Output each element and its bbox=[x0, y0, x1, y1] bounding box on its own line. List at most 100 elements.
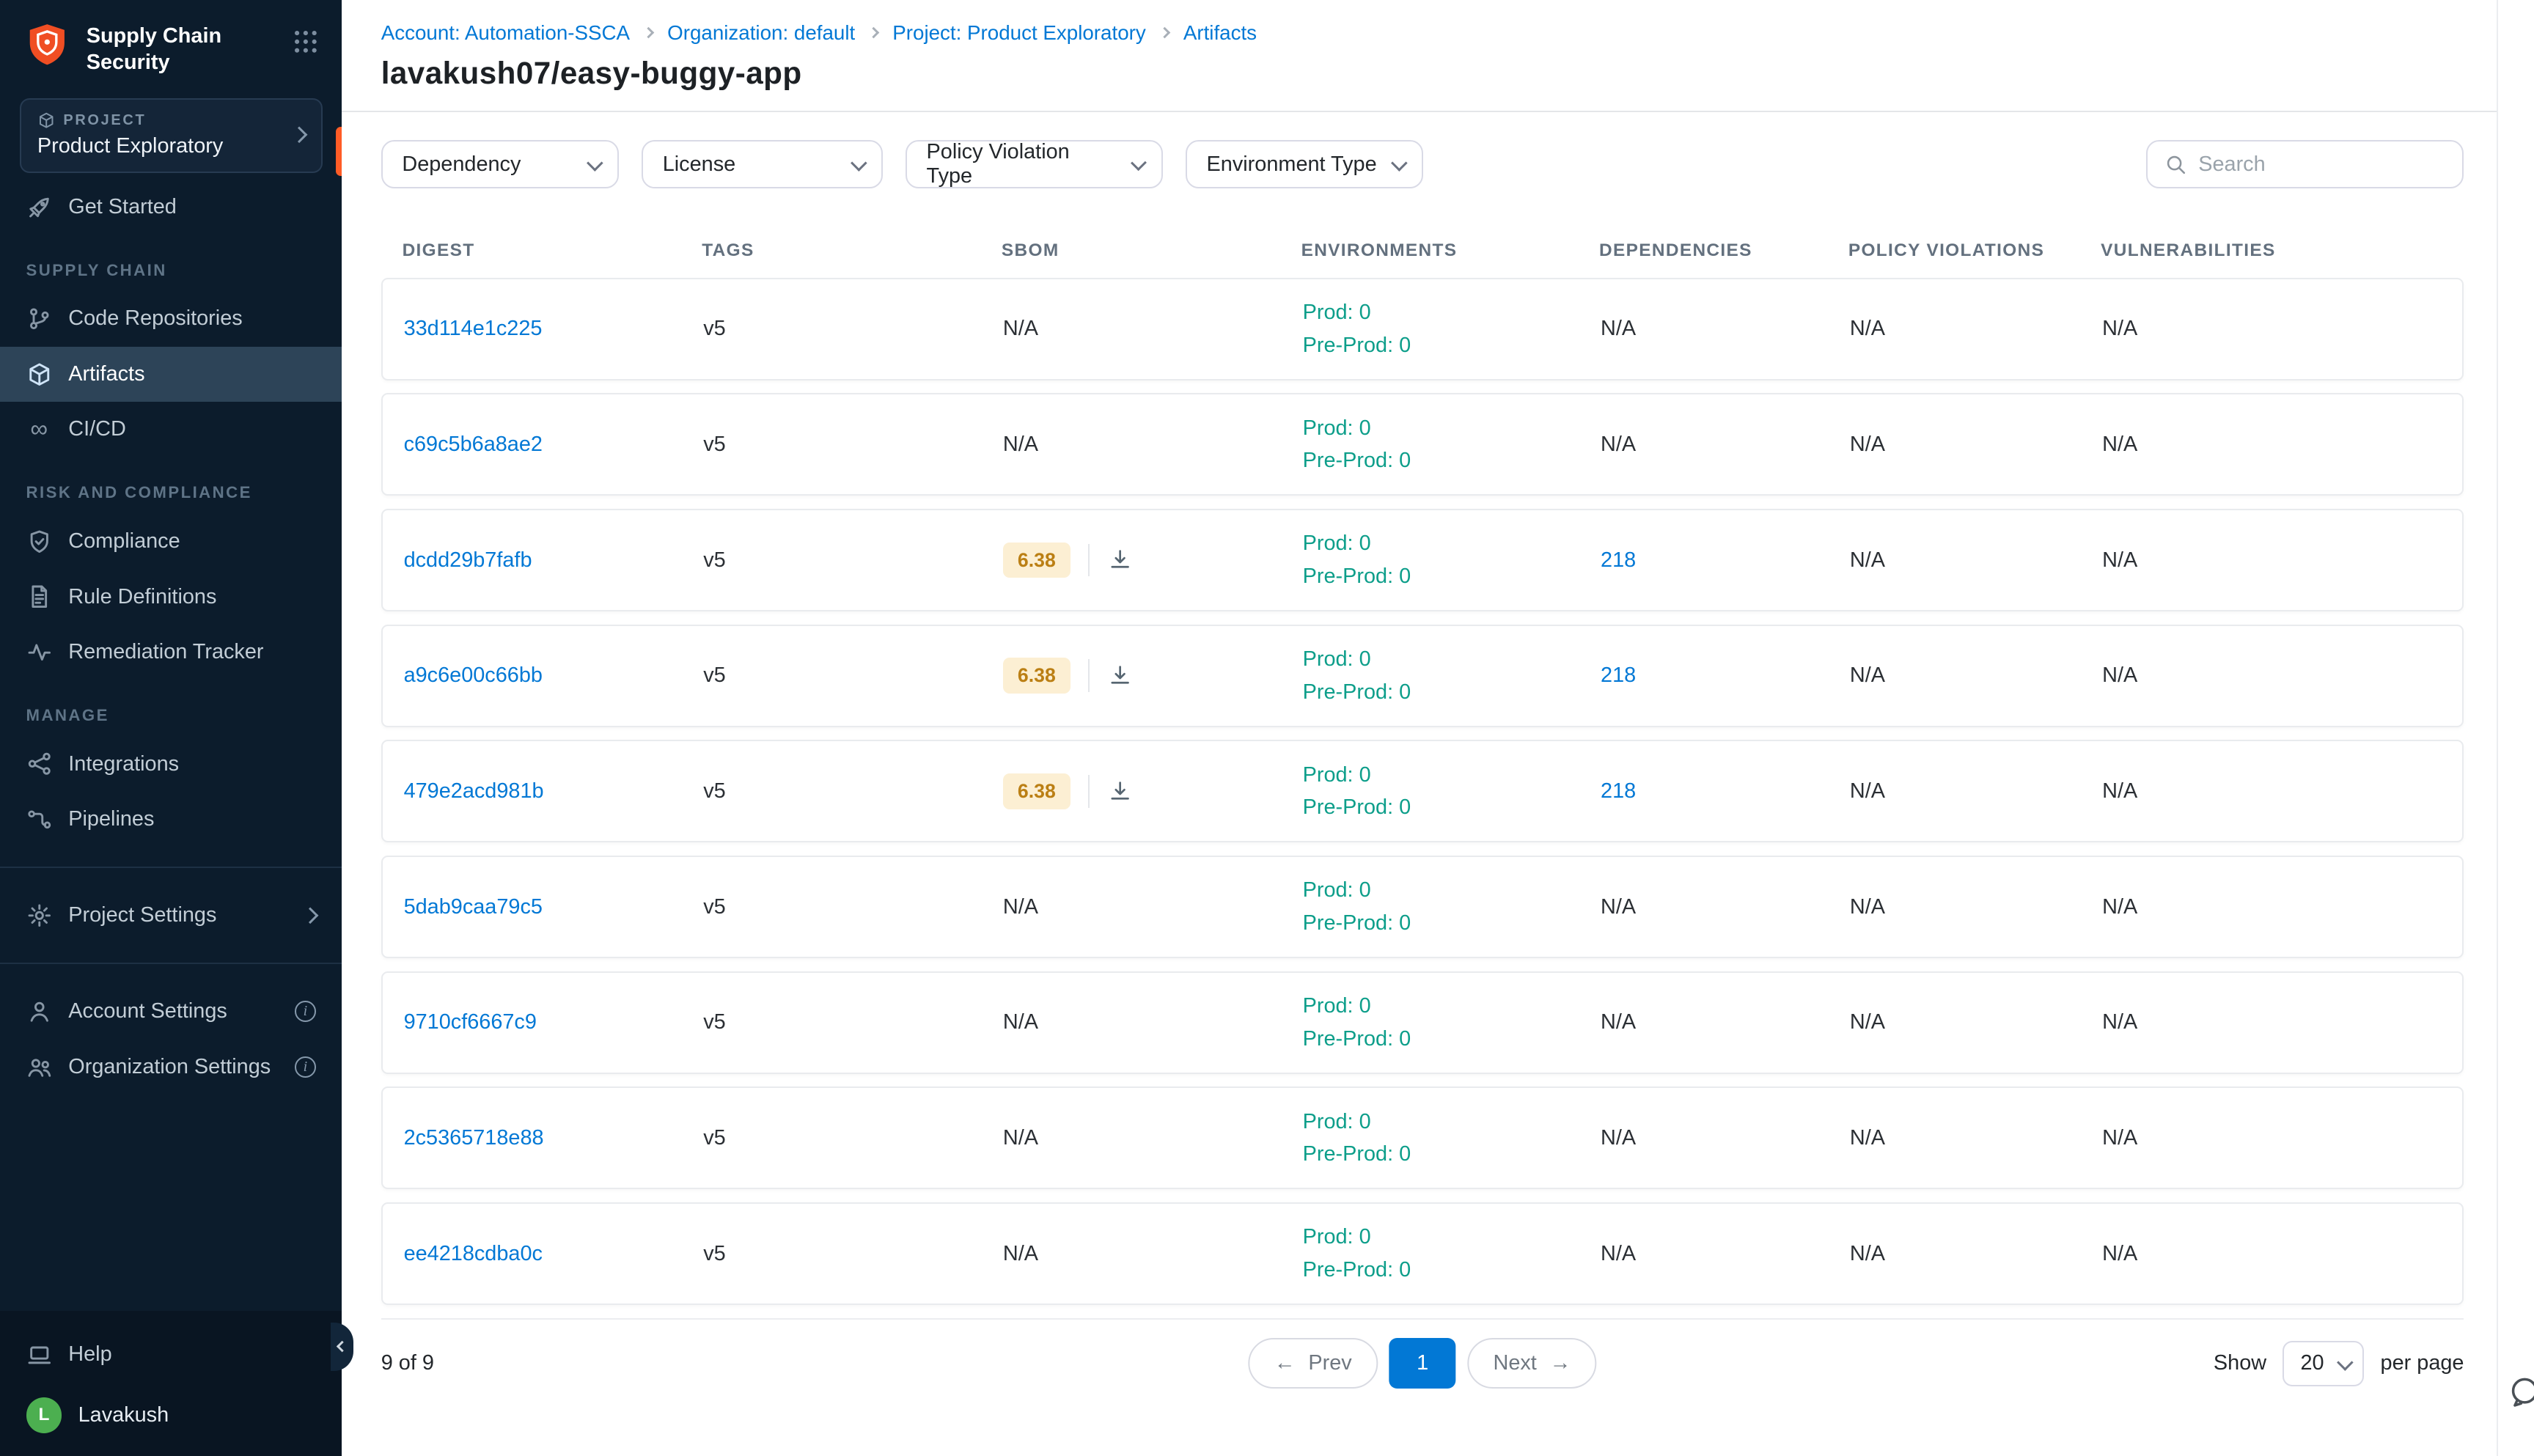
preprod-env-link[interactable]: Pre-Prod: 0 bbox=[1303, 676, 1601, 709]
prod-env-link[interactable]: Prod: 0 bbox=[1303, 296, 1601, 329]
dropdown-value: Dependency bbox=[402, 152, 521, 177]
download-sbom-icon[interactable] bbox=[1108, 548, 1132, 572]
sidebar-item-artifacts[interactable]: Artifacts bbox=[0, 347, 342, 402]
sbom-cell: N/A bbox=[1003, 317, 1303, 341]
sbom-score-badge[interactable]: 6.38 bbox=[1003, 773, 1070, 809]
preprod-env-link[interactable]: Pre-Prod: 0 bbox=[1303, 791, 1601, 824]
artifact-package-icon bbox=[26, 361, 53, 388]
prod-env-link[interactable]: Prod: 0 bbox=[1303, 1106, 1601, 1139]
environment-type-filter-dropdown[interactable]: Environment Type bbox=[1186, 140, 1423, 189]
preprod-env-link[interactable]: Pre-Prod: 0 bbox=[1303, 907, 1601, 940]
prod-env-link[interactable]: Prod: 0 bbox=[1303, 412, 1601, 445]
sidebar-nav: Get Started SUPPLY CHAIN Code Repositori… bbox=[0, 180, 342, 1095]
policy-violations-cell: N/A bbox=[1850, 1242, 2102, 1266]
module-switcher-icon[interactable] bbox=[292, 21, 320, 56]
sidebar-item-pipelines[interactable]: Pipelines bbox=[0, 792, 342, 848]
project-selector[interactable]: PROJECT Product Exploratory bbox=[20, 98, 323, 172]
dependencies-cell: N/A bbox=[1601, 433, 1850, 457]
chevron-down-icon bbox=[1131, 155, 1147, 172]
dependencies-cell: N/A bbox=[1601, 1010, 1850, 1034]
next-page-button[interactable]: Next → bbox=[1467, 1338, 1597, 1389]
chevron-left-icon bbox=[337, 1341, 348, 1353]
preprod-env-link[interactable]: Pre-Prod: 0 bbox=[1303, 444, 1601, 477]
download-sbom-icon[interactable] bbox=[1108, 779, 1132, 804]
sidebar-item-account-settings[interactable]: Account Settings i bbox=[0, 984, 342, 1040]
digest-link[interactable]: dcdd29b7fafb bbox=[404, 548, 532, 572]
search-box[interactable] bbox=[2146, 140, 2464, 189]
chevron-down-icon bbox=[2337, 1354, 2353, 1370]
per-page-label: per page bbox=[2381, 1351, 2464, 1375]
chat-help-icon[interactable] bbox=[2508, 1375, 2534, 1409]
sidebar-item-integrations[interactable]: Integrations bbox=[0, 736, 342, 792]
sidebar-item-help[interactable]: Help bbox=[0, 1327, 342, 1383]
breadcrumb: Account: Automation-SSCA Organization: d… bbox=[381, 21, 2464, 45]
current-page-button[interactable]: 1 bbox=[1389, 1338, 1456, 1389]
prod-env-link[interactable]: Prod: 0 bbox=[1303, 527, 1601, 560]
sbom-cell: 6.38 bbox=[1003, 658, 1303, 694]
sidebar-item-rule-definitions[interactable]: Rule Definitions bbox=[0, 569, 342, 625]
preprod-env-link[interactable]: Pre-Prod: 0 bbox=[1303, 1138, 1601, 1171]
prod-env-link[interactable]: Prod: 0 bbox=[1303, 643, 1601, 676]
artifacts-content: Dependency License Policy Violation Type… bbox=[342, 112, 2534, 1456]
prod-env-link[interactable]: Prod: 0 bbox=[1303, 874, 1601, 907]
user-menu[interactable]: L Lavakush bbox=[0, 1383, 342, 1433]
sbom-cell: N/A bbox=[1003, 895, 1303, 919]
digest-link[interactable]: 9710cf6667c9 bbox=[404, 1010, 537, 1034]
supply-chain-security-logo-icon bbox=[23, 21, 72, 70]
digest-link[interactable]: ee4218cdba0c bbox=[404, 1242, 543, 1265]
digest-link[interactable]: 5dab9caa79c5 bbox=[404, 895, 543, 919]
app-root: Supply Chain Security PROJECT Product Ex… bbox=[0, 0, 2534, 1456]
preprod-env-link[interactable]: Pre-Prod: 0 bbox=[1303, 1023, 1601, 1056]
digest-link[interactable]: a9c6e00c66bb bbox=[404, 663, 543, 687]
search-input[interactable] bbox=[2198, 152, 2446, 177]
prev-page-button[interactable]: ← Prev bbox=[1248, 1338, 1378, 1389]
digest-link[interactable]: 2c5365718e88 bbox=[404, 1126, 544, 1150]
license-filter-dropdown[interactable]: License bbox=[642, 140, 883, 189]
vertical-divider bbox=[1088, 775, 1090, 807]
sidebar-item-remediation-tracker[interactable]: Remediation Tracker bbox=[0, 625, 342, 680]
sidebar-item-compliance[interactable]: Compliance bbox=[0, 514, 342, 570]
digest-link[interactable]: c69c5b6a8ae2 bbox=[404, 433, 543, 456]
breadcrumb-organization-link[interactable]: Organization: default bbox=[667, 21, 855, 45]
dropdown-value: License bbox=[663, 152, 735, 177]
per-page-select[interactable]: 20 bbox=[2283, 1341, 2364, 1386]
dependencies-link[interactable]: 218 bbox=[1601, 663, 1636, 687]
preprod-env-link[interactable]: Pre-Prod: 0 bbox=[1303, 329, 1601, 362]
filter-bar: Dependency License Policy Violation Type… bbox=[381, 140, 2464, 189]
policy-violations-cell: N/A bbox=[1850, 895, 2102, 919]
sidebar-item-cicd[interactable]: ∞ CI/CD bbox=[0, 402, 342, 457]
preprod-env-link[interactable]: Pre-Prod: 0 bbox=[1303, 560, 1601, 593]
sidebar-item-code-repositories[interactable]: Code Repositories bbox=[0, 291, 342, 347]
breadcrumb-artifacts-link[interactable]: Artifacts bbox=[1183, 21, 1257, 45]
app-title: Supply Chain Security bbox=[87, 21, 277, 76]
dependency-filter-dropdown[interactable]: Dependency bbox=[381, 140, 619, 189]
download-sbom-icon[interactable] bbox=[1108, 663, 1132, 688]
sidebar-item-organization-settings[interactable]: Organization Settings i bbox=[0, 1040, 342, 1095]
artifact-row: a9c6e00c66bb v5 6.38 Prod: 0 Pre-Prod: 0… bbox=[381, 625, 2464, 727]
prod-env-link[interactable]: Prod: 0 bbox=[1303, 759, 1601, 792]
breadcrumb-project-link[interactable]: Project: Product Exploratory bbox=[892, 21, 1145, 45]
dependencies-link[interactable]: 218 bbox=[1601, 779, 1636, 803]
sbom-cell: N/A bbox=[1003, 1126, 1303, 1150]
policy-violation-type-filter-dropdown[interactable]: Policy Violation Type bbox=[906, 140, 1163, 189]
prod-env-link[interactable]: Prod: 0 bbox=[1303, 1221, 1601, 1254]
pagination-summary: 9 of 9 bbox=[381, 1351, 434, 1375]
dropdown-value: Policy Violation Type bbox=[927, 140, 1120, 188]
policy-violations-cell: N/A bbox=[1850, 433, 2102, 457]
artifact-row: ee4218cdba0c v5 N/A Prod: 0 Pre-Prod: 0 … bbox=[381, 1202, 2464, 1305]
preprod-env-link[interactable]: Pre-Prod: 0 bbox=[1303, 1254, 1601, 1287]
sidebar-item-get-started[interactable]: Get Started bbox=[0, 180, 342, 235]
vulnerabilities-cell: N/A bbox=[2102, 895, 2462, 919]
digest-link[interactable]: 33d114e1c225 bbox=[404, 317, 543, 340]
breadcrumb-account-link[interactable]: Account: Automation-SSCA bbox=[381, 21, 630, 45]
sidebar-item-project-settings[interactable]: Project Settings bbox=[0, 888, 342, 944]
column-header-sbom: SBOM bbox=[1002, 240, 1301, 261]
sbom-score-badge[interactable]: 6.38 bbox=[1003, 543, 1070, 578]
policy-violations-cell: N/A bbox=[1850, 317, 2102, 341]
tag-cell: v5 bbox=[703, 895, 1003, 919]
tag-cell: v5 bbox=[703, 663, 1003, 688]
prod-env-link[interactable]: Prod: 0 bbox=[1303, 990, 1601, 1023]
digest-link[interactable]: 479e2acd981b bbox=[404, 779, 544, 803]
dependencies-link[interactable]: 218 bbox=[1601, 548, 1636, 572]
sbom-score-badge[interactable]: 6.38 bbox=[1003, 658, 1070, 694]
